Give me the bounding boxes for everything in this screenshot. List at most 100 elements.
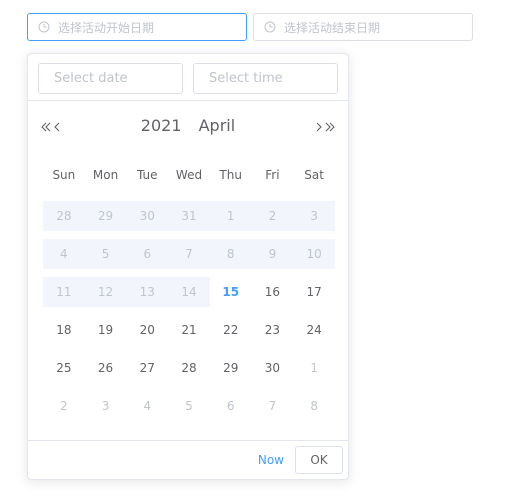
day-cell: 5	[84, 235, 127, 273]
day-number: 7	[268, 399, 277, 413]
day-number: 8	[209, 239, 252, 269]
day-cell[interactable]: 15	[210, 273, 252, 311]
day-number: 14	[168, 277, 210, 307]
day-number: 18	[56, 323, 72, 337]
day-cell[interactable]: 26	[85, 349, 127, 387]
day-number: 8	[310, 399, 318, 413]
select-time-input[interactable]: Select time	[193, 63, 338, 94]
next-navigation	[316, 117, 335, 137]
day-cell[interactable]: 24	[293, 311, 335, 349]
day-cell: 30	[126, 197, 169, 235]
day-cell: 6	[210, 387, 252, 425]
year-label[interactable]: 2021	[141, 116, 182, 135]
end-date-input[interactable]: 选择活动结束日期	[253, 13, 473, 41]
day-cell[interactable]: 23	[252, 311, 294, 349]
now-button[interactable]: Now	[258, 453, 284, 467]
day-cell: 1	[209, 197, 252, 235]
day-cell[interactable]: 17	[293, 273, 335, 311]
chevron-right-icon[interactable]	[316, 122, 322, 132]
day-number: 20	[139, 323, 155, 337]
calendar-title: 2021 April	[28, 116, 348, 135]
day-number: 2	[251, 201, 294, 231]
select-date-input[interactable]: Select date	[38, 63, 183, 94]
weekday-label: Mon	[92, 168, 119, 182]
day-cell[interactable]: 22	[210, 311, 252, 349]
day-number: 10	[293, 239, 335, 269]
day-cell: 3	[85, 387, 127, 425]
day-cell: 28	[43, 197, 85, 235]
day-cell[interactable]: 27	[126, 349, 168, 387]
day-number: 1	[310, 361, 318, 375]
day-number: 9	[251, 239, 294, 269]
day-cell[interactable]: 28	[168, 349, 210, 387]
day-grid: 28 29 30 31 1 2 3 4 5 6 7 8 9 10 11 12 13 14 15 16 17 18 19 20 2…	[43, 197, 335, 425]
day-cell[interactable]: 19	[85, 311, 127, 349]
day-number: 27	[139, 361, 155, 375]
day-cell[interactable]: 21	[168, 311, 210, 349]
day-cell: 8	[209, 235, 252, 273]
day-number: 24	[306, 323, 322, 337]
day-number: 6	[126, 239, 169, 269]
month-label[interactable]: April	[199, 116, 236, 135]
day-number: 3	[101, 399, 110, 413]
day-number: 19	[97, 323, 114, 337]
day-number: 22	[223, 323, 239, 337]
day-number: 31	[168, 201, 210, 231]
day-cell: 9	[251, 235, 294, 273]
select-time-placeholder: Select time	[209, 71, 283, 86]
clock-icon	[264, 21, 276, 33]
ok-button[interactable]: OK	[295, 446, 343, 474]
day-number: 6	[226, 399, 235, 413]
day-cell: 2	[43, 387, 85, 425]
day-number: 12	[84, 277, 127, 307]
start-date-input[interactable]: 选择活动开始日期	[27, 13, 247, 41]
day-number: 26	[97, 361, 114, 375]
day-number: 17	[306, 285, 322, 299]
day-cell: 1	[293, 349, 335, 387]
day-number: 2	[60, 399, 68, 413]
picker-footer: Now OK	[28, 440, 348, 479]
day-number: 21	[181, 323, 197, 337]
weekday-label: Thu	[219, 168, 242, 182]
day-cell: 5	[168, 387, 210, 425]
day-cell: 4	[126, 387, 168, 425]
weekday-label: Fri	[265, 168, 280, 182]
start-date-placeholder: 选择活动开始日期	[58, 20, 155, 35]
date-range-picker: 选择活动开始日期 选择活动结束日期 Select date Select tim…	[0, 0, 529, 491]
day-cell: 3	[293, 197, 335, 235]
day-cell[interactable]: 20	[126, 311, 168, 349]
day-cell: 10	[293, 235, 335, 273]
datetime-picker-panel: Select date Select time 2021 April Sun M…	[27, 53, 349, 480]
day-cell: 12	[84, 273, 127, 311]
day-number: 13	[126, 277, 169, 307]
picker-header: Select date Select time	[28, 54, 348, 101]
day-number: 1	[209, 201, 252, 231]
end-date-placeholder: 选择活动结束日期	[284, 20, 381, 35]
select-date-placeholder: Select date	[54, 71, 128, 86]
day-cell: 7	[168, 235, 210, 273]
day-cell[interactable]: 25	[43, 349, 85, 387]
weekday-header: Sun Mon Tue Wed Thu Fri Sat	[43, 168, 335, 188]
day-number: 15	[222, 285, 240, 299]
day-cell: 13	[126, 273, 169, 311]
day-number: 29	[84, 201, 127, 231]
day-number: 4	[143, 399, 152, 413]
day-cell: 11	[43, 273, 85, 311]
weekday-label: Wed	[175, 168, 203, 182]
day-cell: 29	[84, 197, 127, 235]
day-cell: 8	[293, 387, 335, 425]
day-cell[interactable]: 29	[210, 349, 252, 387]
day-cell[interactable]: 18	[43, 311, 85, 349]
day-cell[interactable]: 30	[252, 349, 294, 387]
day-cell[interactable]: 16	[252, 273, 294, 311]
day-number: 5	[185, 399, 193, 413]
day-number: 29	[223, 361, 239, 375]
day-cell: 14	[168, 273, 210, 311]
day-number: 11	[43, 277, 85, 307]
day-number: 3	[293, 201, 335, 231]
day-number: 23	[264, 323, 281, 337]
day-number: 25	[56, 361, 72, 375]
double-chevron-right-icon[interactable]	[325, 122, 335, 132]
day-number: 30	[126, 201, 169, 231]
day-number: 28	[43, 201, 85, 231]
